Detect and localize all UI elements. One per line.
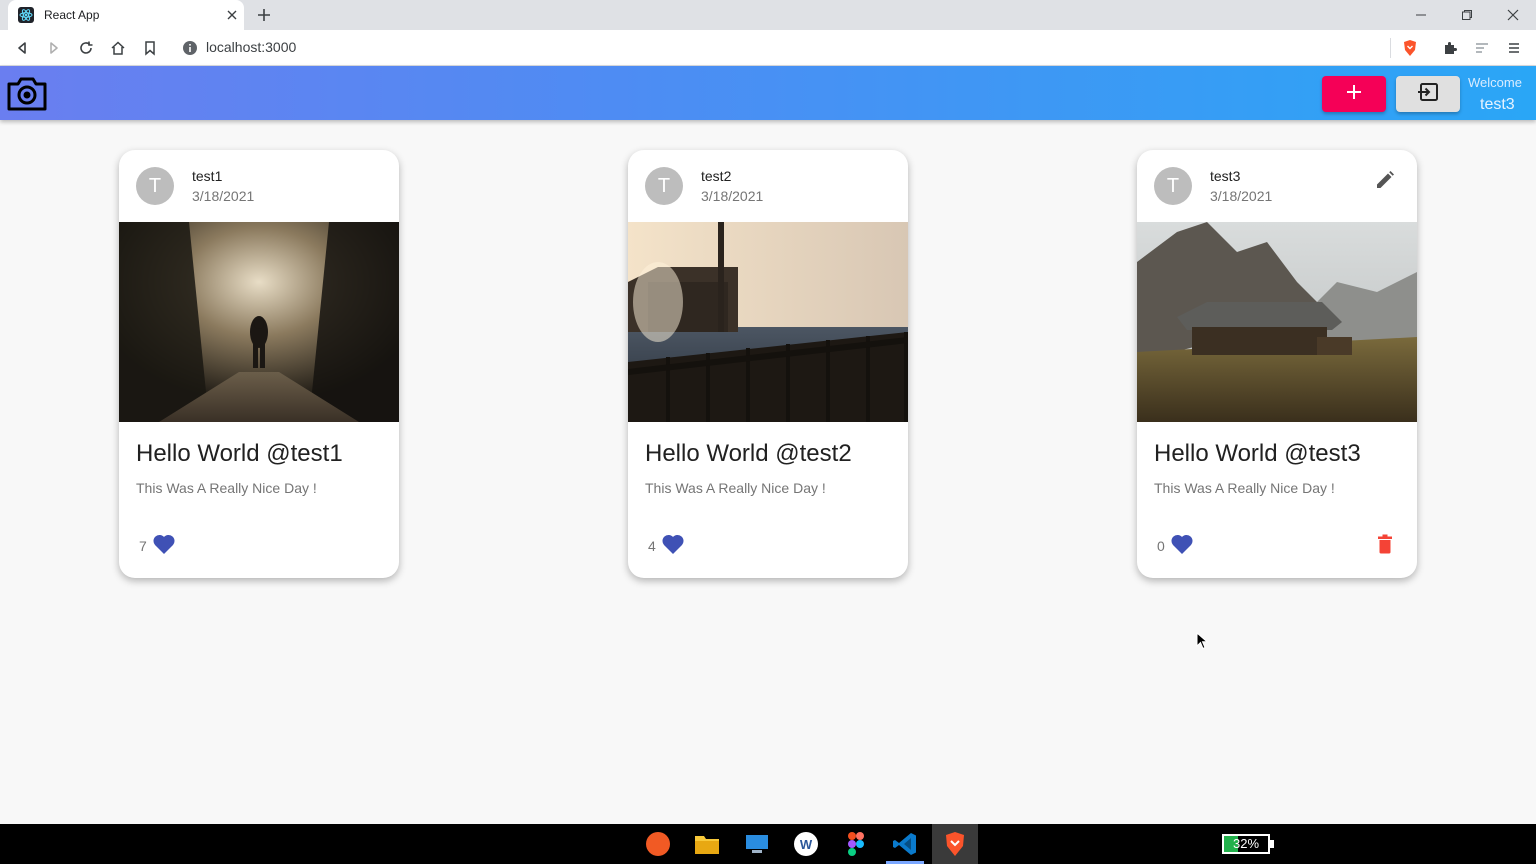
- post-username: test1: [192, 168, 223, 184]
- brave-icon[interactable]: [941, 830, 969, 858]
- close-tab-icon[interactable]: [222, 5, 242, 25]
- trash-icon: [1377, 534, 1393, 559]
- new-tab-icon[interactable]: [254, 5, 274, 25]
- post-description: This Was A Really Nice Day !: [136, 480, 317, 496]
- reload-icon[interactable]: [76, 38, 96, 58]
- heart-icon: [661, 533, 685, 560]
- logout-button[interactable]: [1396, 76, 1460, 112]
- current-username: test3: [1480, 96, 1515, 113]
- app-bar: Welcome test3: [0, 66, 1536, 120]
- post-title: Hello World @test2: [645, 440, 852, 467]
- restore-icon[interactable]: [1456, 5, 1478, 25]
- like-count: 4: [648, 538, 656, 554]
- add-post-button[interactable]: [1322, 76, 1386, 112]
- menu-icon[interactable]: [1504, 38, 1524, 58]
- browser-tabstrip: React App: [0, 0, 1536, 30]
- react-icon: [18, 7, 34, 23]
- like-button[interactable]: [660, 534, 686, 558]
- heart-icon: [152, 533, 176, 560]
- post-image: [628, 222, 908, 422]
- toolbar-divider: [1390, 38, 1391, 58]
- post-description: This Was A Really Nice Day !: [645, 480, 826, 496]
- word-icon[interactable]: W: [792, 830, 820, 858]
- edit-post-button[interactable]: [1373, 170, 1397, 194]
- heart-icon: [1170, 533, 1194, 560]
- extensions-icon[interactable]: [1440, 38, 1460, 58]
- like-count: 7: [139, 538, 147, 554]
- browser-toolbar: localhost:3000: [0, 30, 1536, 66]
- post-image: [1137, 222, 1417, 422]
- post-title: Hello World @test1: [136, 440, 343, 467]
- avatar: T: [645, 167, 683, 205]
- compass-icon[interactable]: [644, 830, 672, 858]
- post-card: T test1 3/18/2021 Hello World @test1 Thi…: [119, 150, 399, 578]
- brave-shield-icon[interactable]: [1400, 38, 1420, 58]
- vscode-icon[interactable]: [891, 830, 919, 858]
- like-count: 0: [1157, 538, 1165, 554]
- desktop-icon[interactable]: [743, 830, 771, 858]
- post-username: test3: [1210, 168, 1241, 184]
- taskbar: W 32%: [0, 824, 1536, 864]
- post-card: T test3 3/18/2021 Hello World @test3 Thi…: [1137, 150, 1417, 578]
- welcome-label: Welcome: [1468, 75, 1522, 90]
- back-icon[interactable]: [12, 38, 32, 58]
- avatar: T: [1154, 167, 1192, 205]
- battery-tip: [1270, 840, 1274, 848]
- post-title: Hello World @test3: [1154, 440, 1361, 467]
- post-username: test2: [701, 168, 732, 184]
- like-button[interactable]: [1169, 534, 1195, 558]
- camera-icon[interactable]: [6, 74, 48, 112]
- mouse-cursor-icon: [1196, 632, 1208, 650]
- home-icon[interactable]: [108, 38, 128, 58]
- post-date: 3/18/2021: [192, 188, 255, 204]
- exit-icon: [1417, 82, 1439, 107]
- svg-text:W: W: [800, 837, 813, 852]
- minimize-icon[interactable]: [1410, 5, 1432, 25]
- post-date: 3/18/2021: [1210, 188, 1273, 204]
- post-image: [119, 222, 399, 422]
- like-button[interactable]: [151, 534, 177, 558]
- plus-icon: [1346, 84, 1362, 105]
- reading-list-icon[interactable]: [1472, 38, 1492, 58]
- folder-icon[interactable]: [693, 830, 721, 858]
- close-window-icon[interactable]: [1502, 5, 1524, 25]
- address-bar[interactable]: localhost:3000: [206, 39, 296, 55]
- battery-percent: 32%: [1232, 836, 1260, 851]
- pencil-icon: [1375, 170, 1395, 195]
- forward-icon[interactable]: [44, 38, 64, 58]
- tab-title: React App: [44, 8, 100, 22]
- delete-post-button[interactable]: [1373, 534, 1397, 558]
- avatar: T: [136, 167, 174, 205]
- post-description: This Was A Really Nice Day !: [1154, 480, 1335, 496]
- site-info-icon[interactable]: [182, 40, 198, 56]
- post-card: T test2 3/18/2021 Hello World @test2 Thi…: [628, 150, 908, 578]
- bookmark-icon[interactable]: [140, 38, 160, 58]
- post-date: 3/18/2021: [701, 188, 764, 204]
- figma-icon[interactable]: [842, 830, 870, 858]
- browser-tab[interactable]: React App: [8, 0, 244, 30]
